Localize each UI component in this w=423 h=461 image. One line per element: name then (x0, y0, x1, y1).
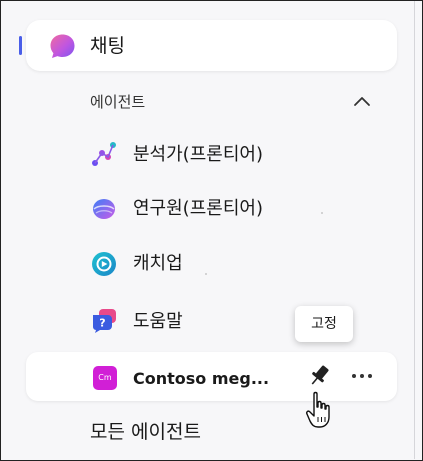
agent-item-contoso-label: Contoso meg... (133, 369, 270, 388)
agent-item-help[interactable]: 도움말 (133, 310, 183, 334)
nav-item-chat-label: 채팅 (90, 35, 125, 57)
nav-item-chat[interactable] (26, 20, 397, 71)
more-icon[interactable] (348, 370, 376, 382)
agent-item-researcher[interactable]: 연구원(프론티어) (133, 197, 263, 221)
chevron-up-icon[interactable] (353, 94, 371, 108)
pin-icon[interactable] (305, 362, 333, 390)
agent-item-catchup[interactable]: 캐치업 (133, 252, 183, 276)
contoso-agent-icon: Cm (93, 366, 117, 390)
selected-indicator (19, 36, 22, 55)
agents-section-header[interactable]: 에이전트 (90, 92, 145, 112)
hand-cursor-icon (306, 391, 330, 428)
help-icon: ? (93, 309, 116, 333)
speck (205, 273, 207, 275)
pin-tooltip: 고정 (295, 306, 353, 342)
tooltip-text: 고정 (311, 316, 337, 332)
chat-icon (50, 34, 75, 58)
catchup-icon (92, 252, 116, 276)
scrollbar-track[interactable] (414, 1, 415, 459)
all-agents-link[interactable]: 모든 에이전트 (90, 419, 201, 445)
agent-item-analyst[interactable]: 분석가(프론티어) (133, 143, 263, 167)
svg-text:?: ? (99, 317, 105, 330)
researcher-icon (93, 199, 115, 219)
speck (321, 212, 323, 214)
analyst-icon (92, 142, 116, 166)
